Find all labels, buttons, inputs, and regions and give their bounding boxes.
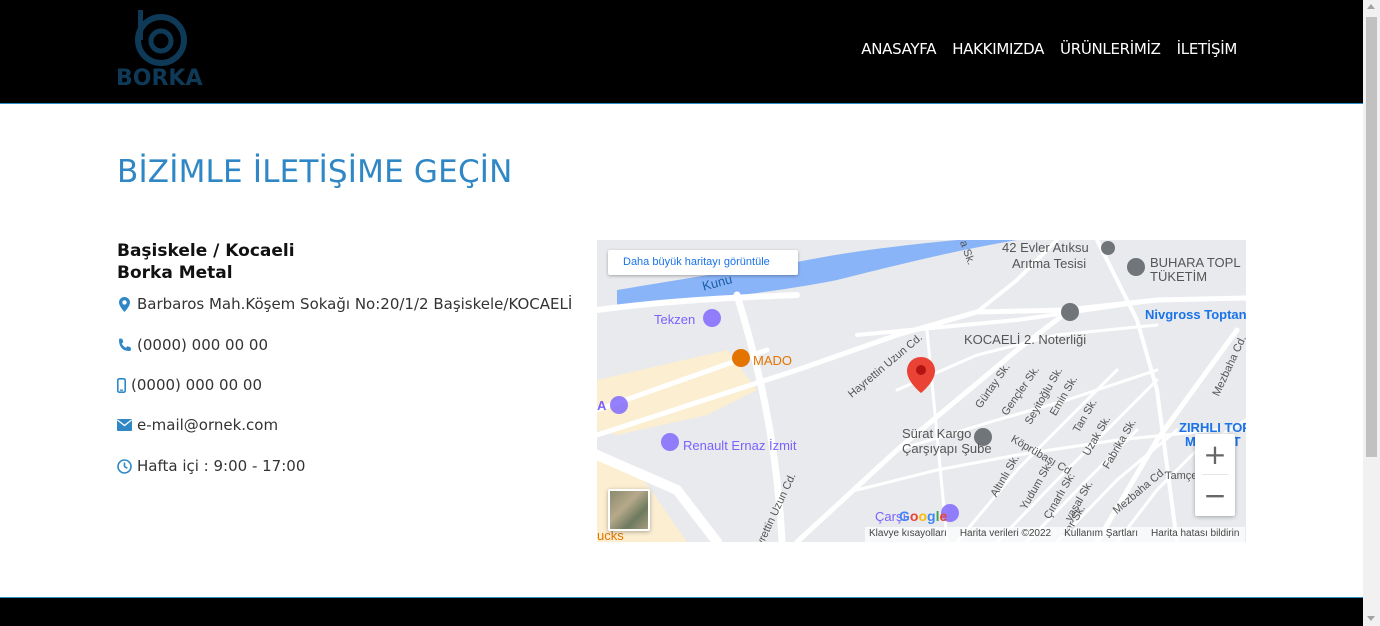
mobile-phone-icon: [117, 377, 126, 393]
email-row: e-mail@ornek.com: [117, 416, 278, 434]
map-label-tekzen: Tekzen: [654, 312, 696, 327]
map-label-carsi: Çarşıyapı Şube: [902, 441, 992, 456]
hours-text: Hafta içi : 9:00 - 17:00: [137, 457, 306, 475]
nav-urunlerimiz[interactable]: ÜRÜNLERİMİZ: [1060, 40, 1161, 58]
mobile-text[interactable]: (0000) 000 00 00: [131, 376, 262, 394]
map-label-kocaeli: KOCAELİ 2. Noterliği: [964, 332, 1087, 347]
scroll-up-icon[interactable]: [1367, 4, 1375, 9]
map-label-mado: MADO: [753, 353, 792, 368]
map-label-evler: 42 Evler Atıksu: [1002, 240, 1089, 255]
map-attribution: Klavye kısayolları Harita verileri ©2022…: [865, 527, 1246, 542]
map-label-aritma: Arıtma Tesisi: [1012, 256, 1087, 271]
map-data-text: Harita verileri ©2022: [959, 528, 1052, 539]
zoom-out-button[interactable]: −: [1195, 475, 1235, 515]
nav-iletisim[interactable]: İLETİŞİM: [1177, 40, 1238, 58]
contact-city: Başiskele / Kocaeli: [117, 241, 295, 261]
contact-company: Borka Metal: [117, 263, 233, 283]
clock-icon: [117, 458, 132, 474]
phone-icon: [117, 338, 132, 353]
logo-text: BORKA: [116, 66, 203, 91]
scroll-thumb[interactable]: [1366, 17, 1377, 457]
map-label-nivgross: Nivgross Toptan: [1145, 307, 1246, 322]
phone-text[interactable]: (0000) 000 00 00: [137, 336, 268, 354]
scroll-down-icon[interactable]: [1367, 616, 1375, 621]
map-background: [597, 240, 1246, 542]
map-label-a: A: [597, 398, 607, 413]
embedded-map[interactable]: Daha büyük haritayı görüntüle 42 Evler A…: [597, 240, 1246, 542]
nav-hakkimizda[interactable]: HAKKIMIZDA: [952, 40, 1044, 58]
map-label-zirhli: ZIRHLI TOPTAN: [1179, 420, 1246, 435]
email-text[interactable]: e-mail@ornek.com: [137, 416, 278, 434]
mobile-row: (0000) 000 00 00: [117, 376, 262, 394]
borka-logo[interactable]: BORKA: [116, 8, 206, 93]
view-larger-map-link[interactable]: Daha büyük haritayı görüntüle: [608, 250, 798, 275]
map-label-tuketim: TÜKETİM: [1150, 269, 1208, 284]
terms-link[interactable]: Kullanım Şartları: [1064, 528, 1138, 542]
satellite-toggle[interactable]: [608, 489, 650, 531]
report-error-link[interactable]: Harita hatası bildirin: [1151, 528, 1239, 542]
nav-anasayfa[interactable]: ANASAYFA: [861, 40, 936, 58]
zoom-controls: + −: [1195, 434, 1235, 516]
page-scrollbar[interactable]: [1363, 0, 1380, 626]
site-header: BORKA ANASAYFA HAKKIMIZDA ÜRÜNLERİMİZ İL…: [0, 0, 1363, 104]
page-title: BİZİMLE İLETİŞİME GEÇİN: [117, 154, 513, 190]
contact-info: Başiskele / Kocaeli Borka Metal: [117, 240, 567, 284]
address-row: Barbaros Mah.Köşem Sokağı No:20/1/2 Başi…: [117, 295, 572, 313]
site-footer: [0, 597, 1363, 626]
map-marker-icon: [117, 296, 132, 312]
hours-row: Hafta içi : 9:00 - 17:00: [117, 457, 305, 475]
envelope-icon: [117, 418, 132, 433]
map-label-buhara: BUHARA TOPL: [1150, 255, 1241, 270]
google-logo: Google: [899, 508, 948, 524]
phone-row: (0000) 000 00 00: [117, 336, 268, 354]
main-nav: ANASAYFA HAKKIMIZDA ÜRÜNLERİMİZ İLETİŞİM: [861, 40, 1237, 58]
zoom-in-button[interactable]: +: [1195, 434, 1235, 474]
logo-mark-icon: [135, 10, 187, 66]
map-label-tamce: Tamçe: [1165, 470, 1198, 482]
address-text: Barbaros Mah.Köşem Sokağı No:20/1/2 Başi…: [137, 295, 573, 313]
map-label-renault: Renault Ernaz İzmit: [683, 438, 797, 453]
map-label-surat: Sürat Kargo: [902, 426, 972, 441]
keyboard-shortcuts-link[interactable]: Klavye kısayolları: [869, 528, 947, 542]
